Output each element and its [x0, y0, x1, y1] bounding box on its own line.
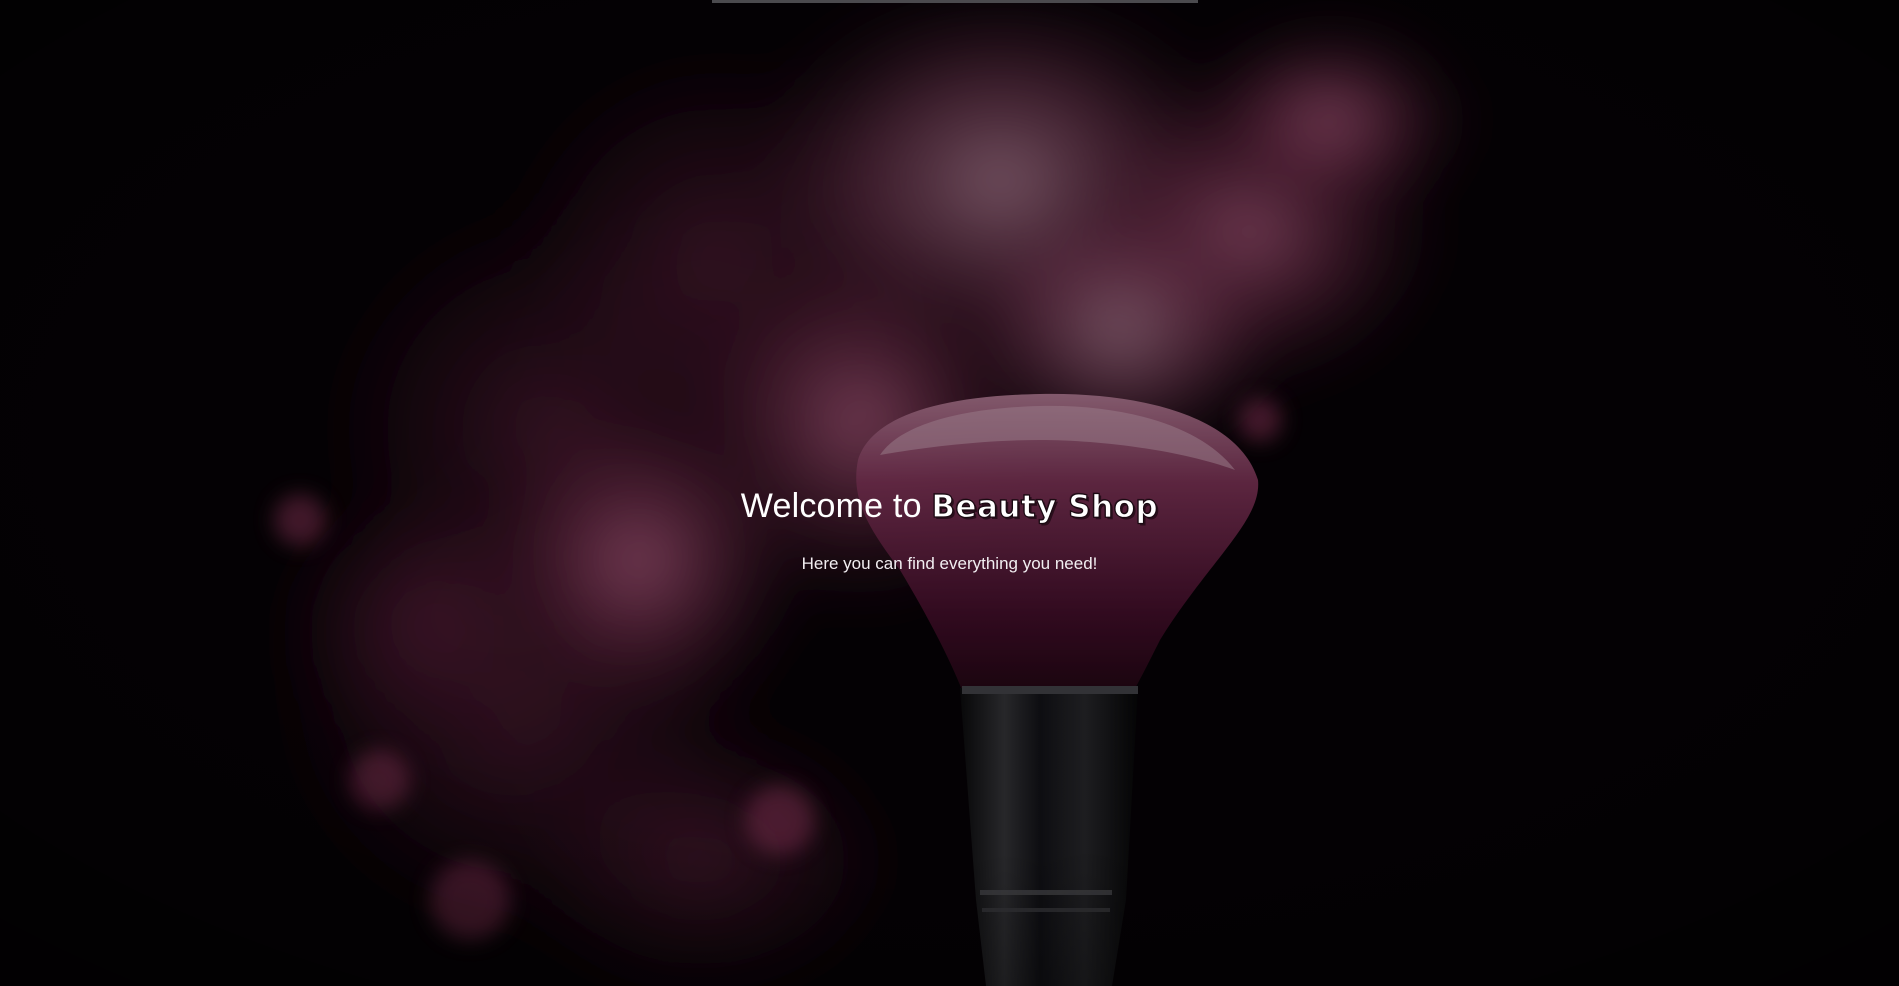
- brand-name: Beauty Shop: [931, 488, 1159, 525]
- hero-section: Welcome to Beauty Shop Here you can find…: [0, 0, 1899, 986]
- top-edge-strip: [712, 0, 1198, 3]
- headline-prefix: Welcome to: [740, 487, 932, 525]
- hero-headline: Welcome to Beauty Shop: [0, 482, 1899, 531]
- hero-subtitle: Here you can find everything you need!: [801, 554, 1098, 573]
- hero-text-block: Welcome to Beauty Shop Here you can find…: [0, 482, 1899, 575]
